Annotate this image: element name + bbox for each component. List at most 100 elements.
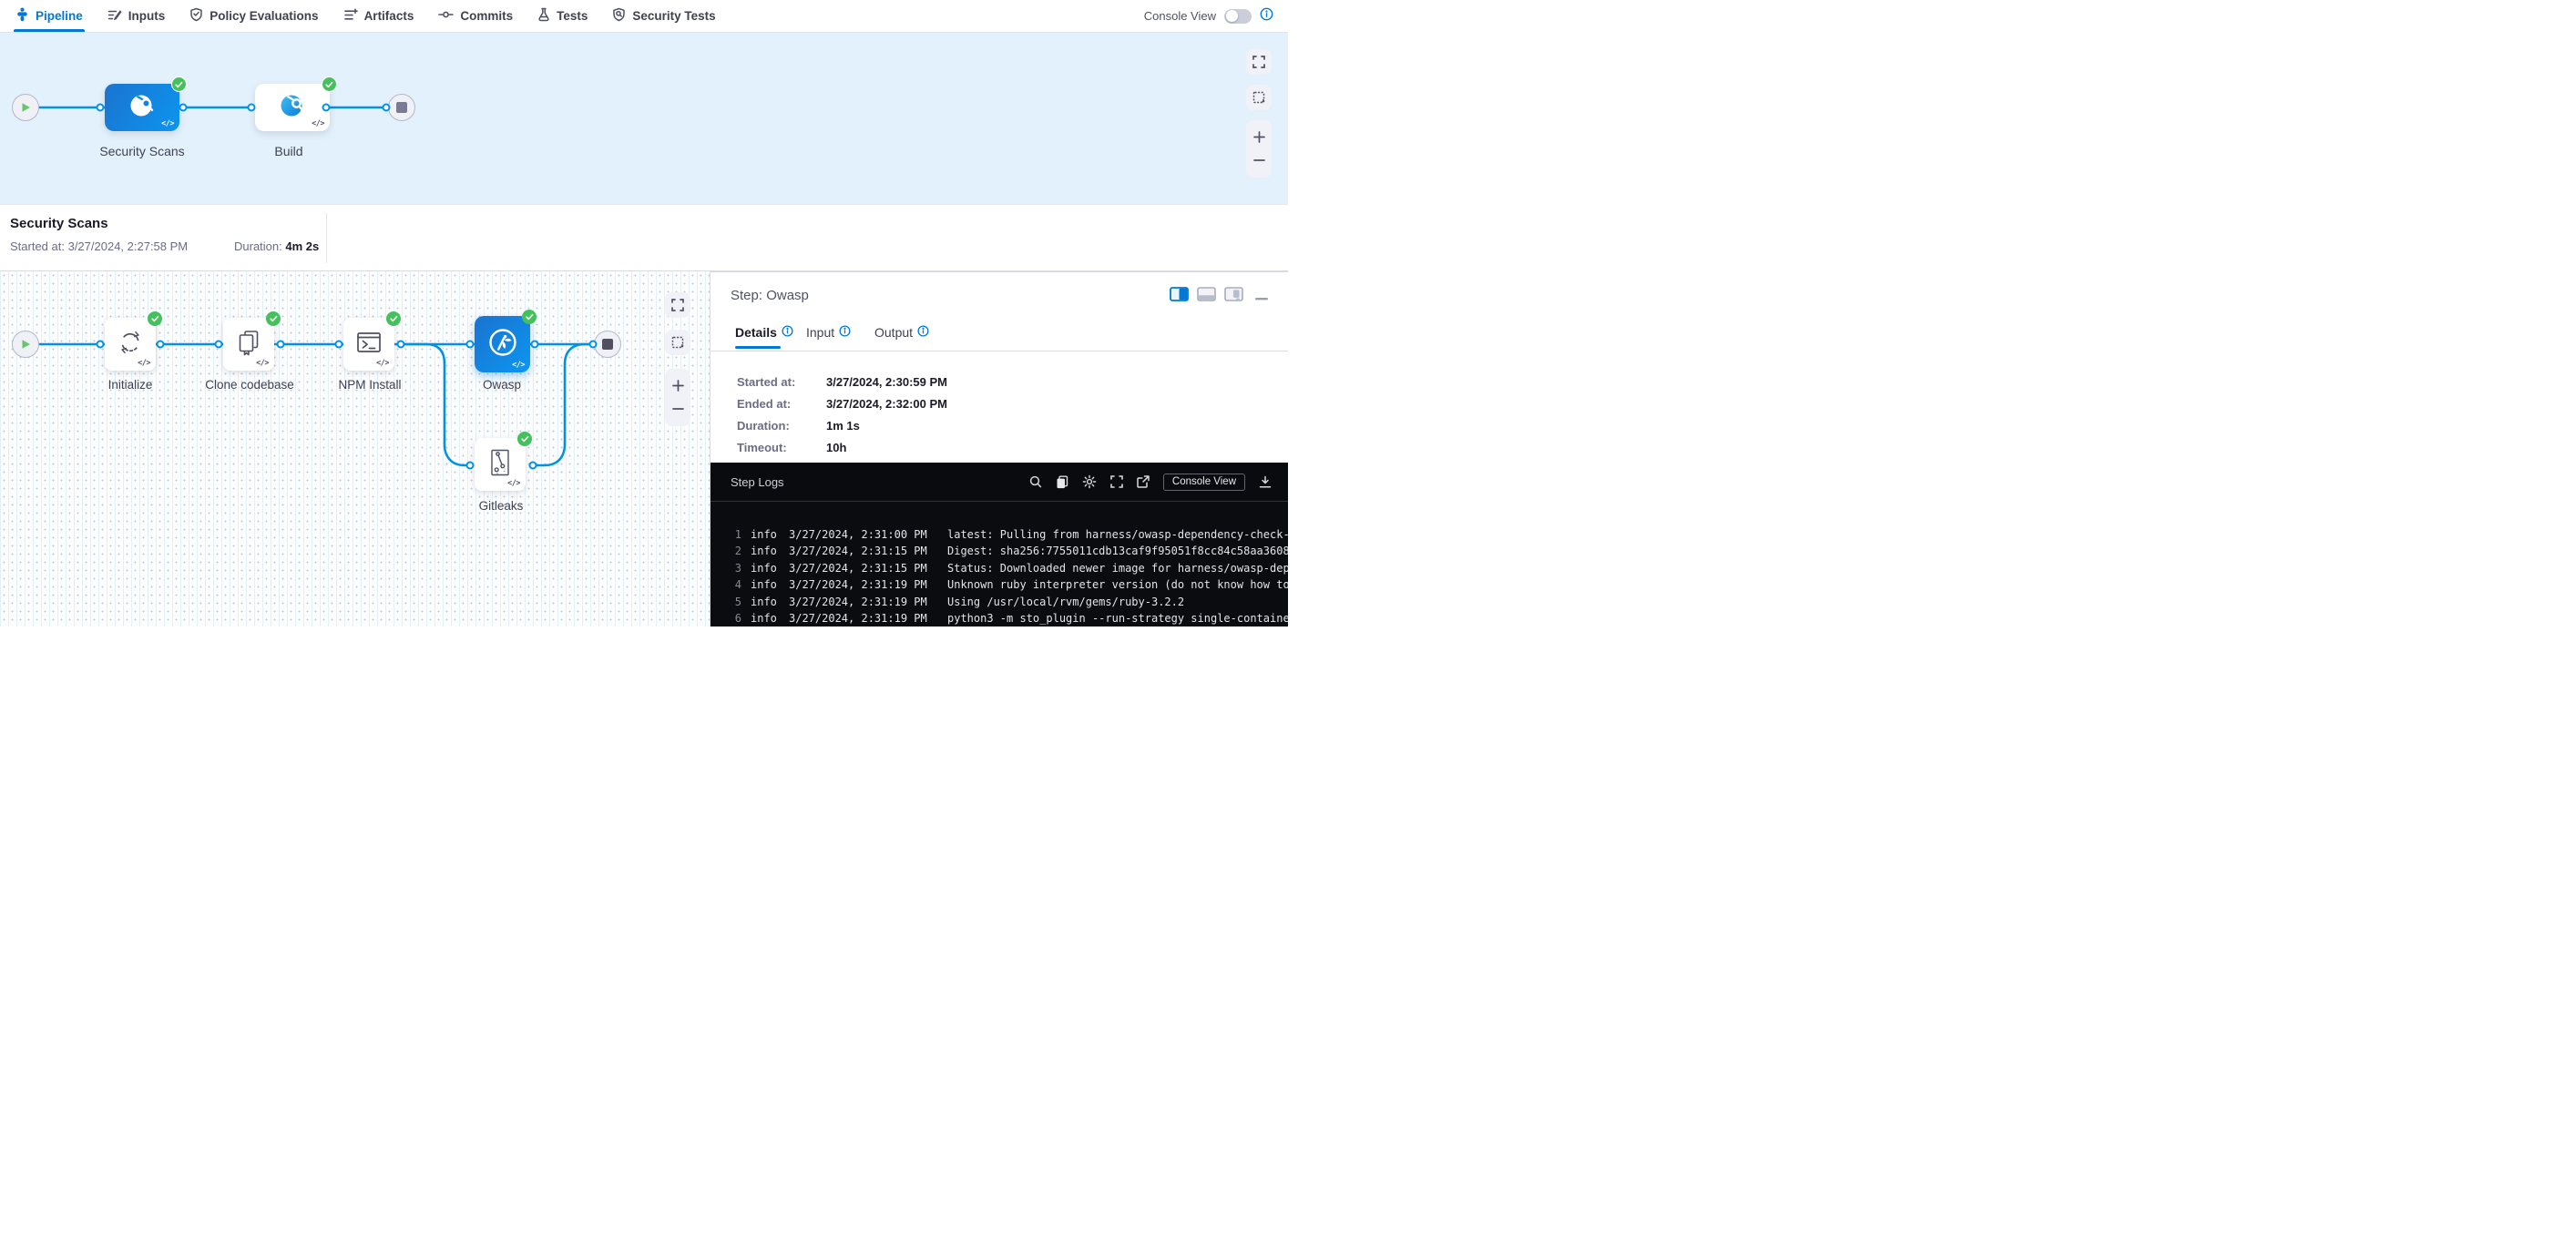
zoom-in-button[interactable] bbox=[1246, 126, 1272, 149]
log-line-number: 6 bbox=[731, 610, 741, 626]
step-node-gitleaks[interactable]: </> bbox=[475, 438, 526, 491]
log-timestamp: 3/27/2024, 2:31:15 PM bbox=[789, 543, 933, 559]
tab-inputs[interactable]: Inputs bbox=[107, 0, 166, 32]
info-icon[interactable] bbox=[839, 325, 851, 340]
stage-wires bbox=[0, 33, 1288, 204]
port[interactable] bbox=[529, 462, 537, 470]
minimize-panel-icon[interactable] bbox=[1255, 289, 1268, 305]
tab-tests[interactable]: Tests bbox=[537, 0, 588, 32]
zoom-out-button[interactable] bbox=[1246, 149, 1272, 173]
stage-label-build[interactable]: Build bbox=[274, 144, 302, 158]
log-timestamp: 3/27/2024, 2:31:19 PM bbox=[789, 576, 933, 593]
settings-gear-icon[interactable] bbox=[1082, 474, 1097, 489]
port[interactable] bbox=[277, 341, 285, 349]
tab-label: Details bbox=[735, 325, 777, 340]
layout-bottom-panel-icon[interactable] bbox=[1197, 287, 1216, 306]
console-view-button[interactable]: Console View bbox=[1163, 474, 1245, 491]
stage-start-node[interactable] bbox=[12, 94, 39, 121]
port[interactable] bbox=[466, 341, 475, 349]
toggle-knob bbox=[1226, 10, 1238, 22]
log-line-number: 3 bbox=[731, 560, 741, 576]
step-node-clone-codebase[interactable]: </> bbox=[223, 318, 274, 371]
tab-artifacts[interactable]: Artifacts bbox=[343, 0, 414, 32]
step-label-initialize[interactable]: Initialize bbox=[108, 378, 153, 392]
log-line: 1 info 3/27/2024, 2:31:00 PM latest: Pul… bbox=[731, 526, 1288, 543]
fullscreen-icon[interactable] bbox=[1110, 475, 1123, 488]
code-glyph: </> bbox=[256, 359, 269, 368]
step-logs-toolbar: Step Logs bbox=[710, 463, 1288, 502]
marquee-select-button[interactable] bbox=[1246, 85, 1272, 110]
clone-codebase-icon bbox=[234, 328, 263, 362]
port[interactable] bbox=[322, 104, 331, 112]
log-line: 2 info 3/27/2024, 2:31:15 PM Digest: sha… bbox=[731, 543, 1288, 559]
success-badge bbox=[171, 76, 187, 92]
tab-policy-evaluations[interactable]: Policy Evaluations bbox=[189, 0, 318, 32]
tab-label: Tests bbox=[557, 9, 588, 23]
step-label-gitleaks[interactable]: Gitleaks bbox=[479, 499, 524, 513]
check-icon bbox=[526, 313, 534, 321]
minus-icon bbox=[672, 407, 684, 411]
copy-icon[interactable] bbox=[1056, 475, 1068, 489]
duration-label: Duration: bbox=[234, 239, 282, 253]
detail-row-duration: Duration:1m 1s bbox=[737, 419, 860, 433]
zoom-controls bbox=[1246, 120, 1272, 178]
port[interactable] bbox=[215, 341, 223, 349]
layout-right-panel-icon[interactable] bbox=[1170, 287, 1189, 306]
detail-label: Timeout: bbox=[737, 441, 826, 454]
fit-to-screen-button[interactable] bbox=[665, 292, 690, 318]
step-label-clone-codebase[interactable]: Clone codebase bbox=[205, 378, 294, 392]
step-label-owasp[interactable]: Owasp bbox=[483, 378, 521, 392]
step-node-initialize[interactable]: </> bbox=[105, 318, 156, 371]
download-icon[interactable] bbox=[1259, 475, 1272, 489]
log-lines[interactable]: 1 info 3/27/2024, 2:31:00 PM latest: Pul… bbox=[710, 503, 1288, 626]
stage-node-build[interactable]: </> bbox=[255, 84, 330, 131]
stage-graph-canvas[interactable]: </> </> Security Scans Build bbox=[0, 33, 1288, 204]
search-icon[interactable] bbox=[1029, 475, 1042, 488]
console-view-toggle[interactable] bbox=[1224, 9, 1252, 24]
step-node-owasp[interactable]: </> bbox=[475, 316, 530, 372]
success-badge bbox=[266, 311, 281, 326]
tab-pipeline[interactable]: Pipeline bbox=[15, 0, 83, 32]
port[interactable] bbox=[157, 341, 165, 349]
tab-input[interactable]: Input bbox=[806, 325, 851, 340]
info-icon[interactable] bbox=[1260, 7, 1273, 25]
port[interactable] bbox=[335, 341, 343, 349]
stage-node-security-scans[interactable]: </> bbox=[105, 84, 179, 131]
port[interactable] bbox=[248, 104, 256, 112]
layout-floating-panel-icon[interactable] bbox=[1224, 287, 1243, 306]
stage-label-security-scans[interactable]: Security Scans bbox=[99, 144, 184, 158]
port[interactable] bbox=[97, 104, 105, 112]
tab-security-tests[interactable]: Security Tests bbox=[612, 0, 715, 32]
step-end-node[interactable] bbox=[594, 331, 621, 358]
tab-output[interactable]: Output bbox=[874, 325, 929, 340]
log-tools: Console View bbox=[1029, 474, 1272, 491]
step-start-node[interactable] bbox=[12, 331, 39, 358]
fit-to-screen-button[interactable] bbox=[1246, 49, 1272, 75]
port[interactable] bbox=[383, 104, 391, 112]
tab-commits[interactable]: Commits bbox=[438, 0, 513, 32]
port[interactable] bbox=[466, 462, 475, 470]
port[interactable] bbox=[397, 341, 405, 349]
zoom-in-button[interactable] bbox=[665, 374, 690, 398]
flask-icon bbox=[537, 7, 550, 25]
info-icon[interactable] bbox=[782, 325, 793, 340]
log-message: Unknown ruby interpreter version (do not… bbox=[947, 576, 1288, 593]
zoom-out-button[interactable] bbox=[665, 398, 690, 422]
port[interactable] bbox=[97, 341, 105, 349]
log-line: 6 info 3/27/2024, 2:31:19 PM python3 -m … bbox=[731, 610, 1288, 626]
open-in-new-icon[interactable] bbox=[1137, 475, 1150, 488]
port[interactable] bbox=[531, 341, 539, 349]
step-node-npm-install[interactable]: </> bbox=[343, 318, 394, 371]
stage-started-at: Started at: 3/27/2024, 2:27:58 PM bbox=[10, 239, 188, 253]
step-panel-tabs: Details Input Output bbox=[710, 325, 1288, 351]
info-icon[interactable] bbox=[917, 325, 929, 340]
log-line-number: 5 bbox=[731, 594, 741, 610]
tab-details[interactable]: Details bbox=[735, 325, 793, 340]
detail-value: 1m 1s bbox=[826, 419, 860, 433]
port[interactable] bbox=[179, 104, 188, 112]
stage-end-node[interactable] bbox=[388, 94, 415, 121]
marquee-select-button[interactable] bbox=[665, 330, 690, 355]
port[interactable] bbox=[589, 341, 598, 349]
step-label-npm-install[interactable]: NPM Install bbox=[338, 378, 401, 392]
step-graph-canvas[interactable]: </> </> </> bbox=[0, 271, 710, 626]
